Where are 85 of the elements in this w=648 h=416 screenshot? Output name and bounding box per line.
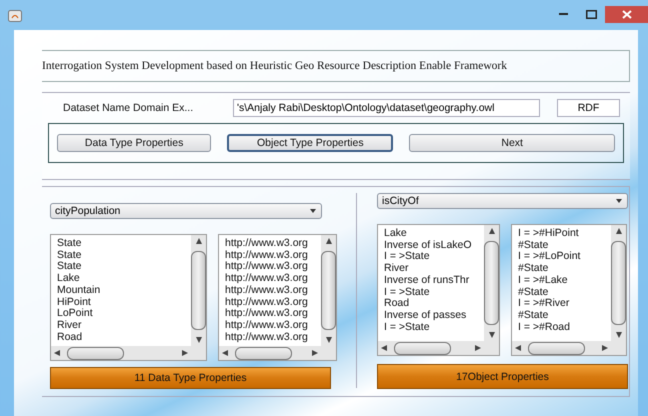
next-button[interactable]: Next <box>409 134 615 152</box>
list-item[interactable]: #State <box>518 263 611 275</box>
list-item[interactable]: Inverse of isLakeO <box>384 240 484 252</box>
list-item[interactable]: I = >#HiPoint <box>518 228 611 240</box>
right-arrow-icon[interactable] <box>181 349 189 357</box>
list-item[interactable]: Road <box>384 298 484 310</box>
list-item[interactable]: http://www.w3.org <box>225 261 321 274</box>
list-item[interactable]: Inverse of runsThr <box>384 274 484 287</box>
scroll-thumb[interactable] <box>528 342 585 354</box>
list-box[interactable]: Lake Inverse of isLakeO I = >State River Inverse of runsThr I = >State Road Inverse of passes I = >State <box>377 224 500 356</box>
vertical-scrollbar[interactable] <box>484 225 499 341</box>
dataset-label: Dataset Name Domain Ex... <box>63 102 194 114</box>
vertical-scrollbar[interactable] <box>611 225 626 341</box>
list-item[interactable]: I = >#LoPoint <box>518 251 611 264</box>
list-item[interactable]: http://www.w3.org <box>225 332 321 344</box>
list-item[interactable]: Road <box>57 332 191 344</box>
horizontal-scrollbar[interactable] <box>219 346 336 360</box>
left-arrow-icon[interactable] <box>221 349 229 357</box>
list-item[interactable]: http://www.w3.org <box>225 320 321 332</box>
up-arrow-icon[interactable] <box>194 237 202 245</box>
list-item[interactable]: Mountain <box>57 284 191 297</box>
up-arrow-icon[interactable] <box>614 227 622 235</box>
list-item[interactable]: River <box>384 263 484 275</box>
summary-button[interactable]: 17Object Properties <box>377 364 628 389</box>
list-box[interactable]: State State State Lake Mountain HiPoint LoPoint River Road <box>50 234 207 361</box>
list-item[interactable]: http://www.w3.org <box>225 273 321 285</box>
app-icon[interactable] <box>8 10 22 22</box>
format-field[interactable]: RDF <box>557 99 620 117</box>
scroll-thumb[interactable] <box>484 241 499 325</box>
vertical-scrollbar[interactable] <box>321 235 336 346</box>
list-item[interactable]: http://www.w3.org <box>225 308 321 320</box>
horizontal-scrollbar[interactable] <box>512 341 626 355</box>
list-item[interactable]: State <box>57 261 191 274</box>
list-item[interactable]: I = >State <box>384 251 484 264</box>
left-arrow-icon[interactable] <box>53 349 61 357</box>
dropdown[interactable]: isCityOf <box>377 193 628 209</box>
horizontal-scrollbar[interactable] <box>51 346 206 360</box>
list-item[interactable]: State <box>57 250 191 262</box>
up-arrow-icon[interactable] <box>488 227 496 235</box>
right-arrow-icon[interactable] <box>311 349 319 357</box>
left-arrow-icon[interactable] <box>514 344 522 352</box>
list-item[interactable]: I = >#Lake <box>518 274 611 287</box>
down-arrow-icon[interactable] <box>194 336 202 344</box>
path-field[interactable]: 's\Anjaly Rabi\Desktop\Ontology\dataset\geography.owl <box>233 99 540 117</box>
list-item[interactable]: I = >#Road <box>518 322 611 334</box>
list-box[interactable]: I = >#HiPoint #State I = >#LoPoint #State I = >#Lake #State I = >#River #State I = >#Road <box>511 224 627 356</box>
list-item[interactable]: Inverse of passes <box>384 310 484 322</box>
right-arrow-icon[interactable] <box>474 344 482 352</box>
list-item[interactable]: Lake <box>384 228 484 240</box>
vertical-scrollbar[interactable] <box>191 235 206 346</box>
down-arrow-icon[interactable] <box>614 331 622 339</box>
scroll-thumb[interactable] <box>394 342 451 354</box>
list-item[interactable]: I = >State <box>384 322 484 334</box>
list-box[interactable]: http://www.w3.org http://www.w3.org http://www.w3.org http://www.w3.org http://www.w3.org http://www.w3.org http://www.w3.org http://www.w3.org http://www.w3.org <box>218 234 337 361</box>
scroll-thumb[interactable] <box>235 346 292 360</box>
list-item[interactable]: I = >State <box>384 286 484 298</box>
list-item[interactable]: Lake <box>57 273 191 285</box>
close-icon[interactable] <box>605 6 648 23</box>
horizontal-scrollbar[interactable] <box>378 341 499 355</box>
list-item[interactable]: #State <box>518 286 611 298</box>
down-arrow-icon[interactable] <box>488 331 496 339</box>
list-item[interactable]: #State <box>518 240 611 252</box>
list-item[interactable]: River <box>57 320 191 332</box>
list-item[interactable]: http://www.w3.org <box>225 284 321 297</box>
scroll-thumb[interactable] <box>321 251 336 330</box>
down-arrow-icon[interactable] <box>324 336 332 344</box>
scroll-thumb[interactable] <box>67 346 124 360</box>
list-item[interactable]: http://www.w3.org <box>225 238 321 250</box>
list-item[interactable]: I = >#River <box>518 298 611 310</box>
list-item[interactable]: #State <box>518 310 611 322</box>
scroll-thumb[interactable] <box>191 251 206 330</box>
dropdown[interactable]: cityPopulation <box>50 203 322 219</box>
left-arrow-icon[interactable] <box>380 344 388 352</box>
summary-button[interactable]: 11 Data Type Properties <box>50 367 331 389</box>
app-title: Interrogation System Development based on Heuristic Geo Resource Description Enable Framework <box>42 60 507 72</box>
list-item[interactable]: LoPoint <box>57 308 191 320</box>
object-type-button[interactable]: Object Type Properties <box>227 134 394 152</box>
right-arrow-icon[interactable] <box>601 344 609 352</box>
list-item[interactable]: http://www.w3.org <box>225 296 321 308</box>
data-type-button[interactable]: Data Type Properties <box>57 134 212 152</box>
list-item[interactable]: http://www.w3.org <box>225 250 321 262</box>
up-arrow-icon[interactable] <box>324 237 332 245</box>
list-item[interactable]: HiPoint <box>57 296 191 308</box>
scroll-thumb[interactable] <box>611 241 626 325</box>
list-item[interactable]: State <box>57 238 191 250</box>
